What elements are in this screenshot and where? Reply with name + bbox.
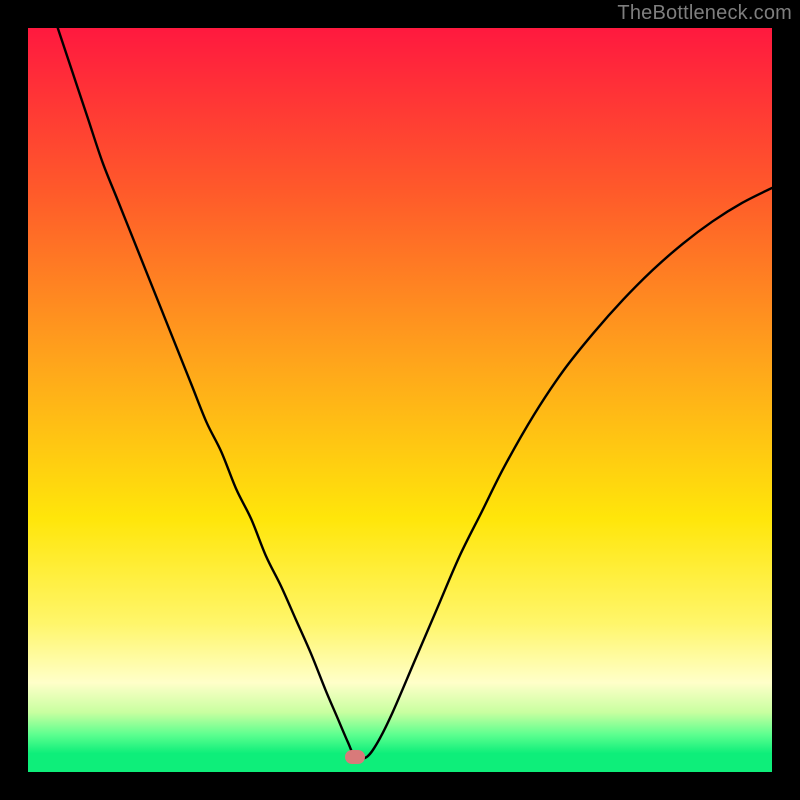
watermark-text: TheBottleneck.com — [617, 2, 792, 25]
chart-frame: TheBottleneck.com — [0, 0, 800, 800]
plot-area — [28, 28, 772, 772]
optimum-marker — [345, 750, 365, 764]
curve-svg — [28, 28, 772, 772]
bottleneck-curve — [58, 28, 772, 759]
